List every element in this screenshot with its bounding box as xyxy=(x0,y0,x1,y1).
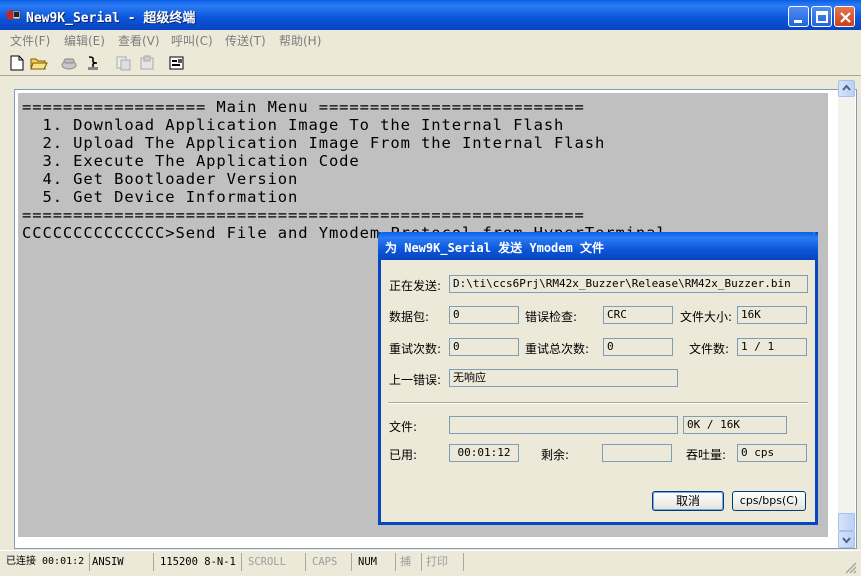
cancel-button[interactable]: 取消 xyxy=(652,491,724,511)
menu-help[interactable]: 帮助(H) xyxy=(279,32,321,49)
status-print: 打印 xyxy=(424,553,464,571)
arrow-down-icon xyxy=(842,537,851,544)
maximize-icon xyxy=(816,11,828,23)
files-count-label: 文件数: xyxy=(689,342,730,356)
receive-icon[interactable] xyxy=(138,54,156,72)
total-retries-field: 0 xyxy=(603,338,673,356)
terminal-line: ================== Main Menu ===========… xyxy=(22,98,585,116)
packet-label: 数据包: xyxy=(389,310,430,324)
maximize-button[interactable] xyxy=(811,6,832,27)
minimize-icon xyxy=(794,20,802,23)
scroll-thumb[interactable] xyxy=(838,513,855,531)
status-caps: CAPS xyxy=(310,553,352,571)
menu-edit[interactable]: 编辑(E) xyxy=(64,32,105,49)
vertical-scrollbar[interactable] xyxy=(838,80,855,548)
status-num: NUM xyxy=(356,553,396,571)
status-port-settings: 115200 8-N-1 xyxy=(158,553,242,571)
elapsed-label: 已用: xyxy=(389,448,418,462)
disconnect-icon[interactable] xyxy=(84,54,102,72)
terminal-line: 2. Upload The Application Image From the… xyxy=(22,134,606,152)
close-button[interactable] xyxy=(834,6,855,27)
send-icon[interactable] xyxy=(114,54,132,72)
close-icon xyxy=(840,12,851,23)
hyperterminal-app-icon xyxy=(6,10,21,20)
retries-field: 0 xyxy=(449,338,519,356)
menu-call[interactable]: 呼叫(C) xyxy=(171,32,213,49)
minimize-button[interactable] xyxy=(788,6,809,27)
menu-file[interactable]: 文件(F) xyxy=(10,32,50,49)
dialog-separator xyxy=(388,402,808,404)
scroll-up-button[interactable] xyxy=(838,80,855,97)
file-progress-text: 0K / 16K xyxy=(683,416,787,434)
cps-bps-button[interactable]: cps/bps(C) xyxy=(732,491,806,511)
terminal-line: 5. Get Device Information xyxy=(22,188,299,206)
sending-path-field: D:\ti\ccs6Prj\RM42x_Buzzer\Release\RM42x… xyxy=(449,275,808,293)
error-check-label: 错误检查: xyxy=(525,310,578,324)
files-count-field: 1 / 1 xyxy=(737,338,807,356)
new-file-icon[interactable] xyxy=(8,54,26,72)
terminal-line: 1. Download Application Image To the Int… xyxy=(22,116,565,134)
menu-view[interactable]: 查看(V) xyxy=(118,32,160,49)
sending-label: 正在发送: xyxy=(389,279,442,293)
remaining-label: 剩余: xyxy=(541,448,570,462)
throughput-label: 吞吐量: xyxy=(686,448,727,462)
remaining-field xyxy=(602,444,672,462)
status-capture: 捕 xyxy=(398,553,422,571)
retries-label: 重试次数: xyxy=(389,342,442,356)
terminal-line: ========================================… xyxy=(22,206,585,224)
throughput-field: 0 cps xyxy=(737,444,807,462)
window-title: New9K_Serial - 超级终端 xyxy=(26,11,196,26)
arrow-up-icon xyxy=(842,84,851,91)
scroll-down-button[interactable] xyxy=(838,531,855,548)
open-folder-icon[interactable] xyxy=(30,54,48,72)
last-error-field: 无响应 xyxy=(449,369,678,387)
status-scroll: SCROLL xyxy=(246,553,306,571)
elapsed-field: 00:01:12 xyxy=(449,444,519,462)
terminal-line: 4. Get Bootloader Version xyxy=(22,170,299,188)
file-progress-bar xyxy=(449,416,678,434)
resize-grip-icon[interactable] xyxy=(843,560,857,574)
file-label: 文件: xyxy=(389,420,418,434)
packet-field: 0 xyxy=(449,306,519,324)
last-error-label: 上一错误: xyxy=(389,373,442,387)
file-size-label: 文件大小: xyxy=(680,310,733,324)
status-connected: 已连接 00:01:2 xyxy=(4,553,90,571)
terminal-line: 3. Execute The Application Code xyxy=(22,152,360,170)
error-check-field: CRC xyxy=(603,306,673,324)
properties-icon[interactable] xyxy=(168,54,186,72)
dialog-title: 为 New9K_Serial 发送 Ymodem 文件 xyxy=(385,241,604,255)
file-size-field: 16K xyxy=(737,306,807,324)
total-retries-label: 重试总次数: xyxy=(525,342,590,356)
phone-icon[interactable] xyxy=(60,54,78,72)
menu-transfer[interactable]: 传送(T) xyxy=(225,32,266,49)
status-emulation: ANSIW xyxy=(90,553,154,571)
